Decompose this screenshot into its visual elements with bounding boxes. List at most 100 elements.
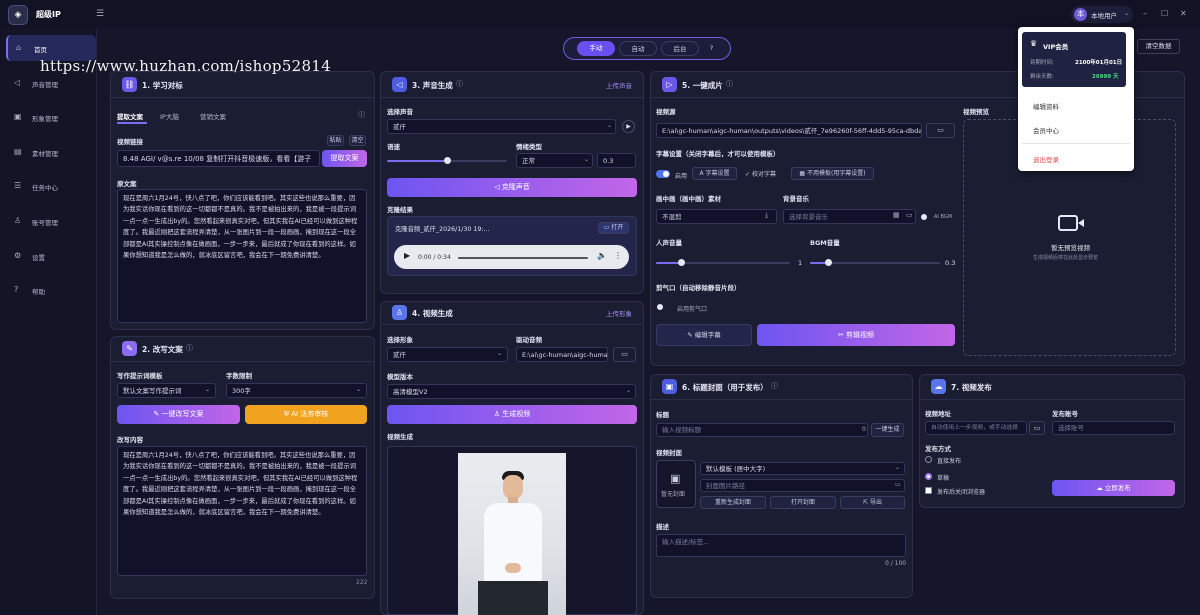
member-center-menu-item[interactable]: 会员中心 bbox=[1033, 125, 1059, 135]
rewrite-content-area[interactable]: 现在是周六1月24号，快八点了吧，你们应该能看到吧。其实这些也说那么重要，因为我… bbox=[117, 446, 367, 576]
emotion-intensity-input[interactable]: 0.3 bbox=[597, 153, 636, 168]
mode-auto-button[interactable]: 自动 bbox=[619, 41, 657, 56]
sidebar-item-tasks[interactable]: ☰ 任务中心 bbox=[6, 173, 96, 199]
description-input[interactable]: 输入描述/标签... bbox=[656, 534, 906, 557]
help-icon[interactable]: ⓘ bbox=[771, 381, 778, 391]
close-browser-checkbox[interactable] bbox=[925, 487, 932, 494]
video-address-input[interactable]: 自动使用上一步视频，或手动选择 bbox=[925, 421, 1027, 435]
sidebar-item-avatar[interactable]: ▣ 形象管理 bbox=[6, 104, 96, 130]
template-select[interactable]: 默认文案写作提示词 bbox=[117, 383, 216, 398]
volume-icon[interactable]: 🔈 bbox=[597, 251, 607, 260]
edit-profile-menu-item[interactable]: 编辑资料 bbox=[1033, 101, 1059, 111]
sidebar-item-help[interactable]: ? 帮助 bbox=[6, 277, 96, 303]
user-icon: ♙ bbox=[392, 305, 407, 320]
panel-one-click-title: 5. 一键成片 bbox=[682, 81, 723, 90]
edit-subtitle-button[interactable]: ✎ 编辑字幕 bbox=[656, 324, 752, 346]
draft-radio[interactable] bbox=[925, 473, 932, 480]
voice-select[interactable]: 贰仟 bbox=[387, 119, 616, 134]
bgm-volume-knob[interactable] bbox=[825, 259, 832, 266]
generate-video-button[interactable]: ♙ 生成视频 bbox=[387, 405, 637, 424]
tab-ip-brain[interactable]: IP大脑 bbox=[160, 111, 179, 121]
voice-volume-value: 1 bbox=[798, 259, 803, 267]
help-icon[interactable]: ⓘ bbox=[358, 110, 365, 120]
no-template-button[interactable]: ▦ 不用模板(用字幕设置) bbox=[791, 167, 874, 180]
logout-menu-item[interactable]: 退出登录 bbox=[1033, 154, 1059, 164]
cover-path-input[interactable]: 封面图片路径 bbox=[700, 479, 905, 492]
play-icon[interactable]: ▶ bbox=[622, 120, 635, 133]
video-title-input[interactable]: 输入视频标题 bbox=[656, 423, 868, 437]
regenerate-cover-button[interactable]: 重新生成封面 bbox=[700, 496, 766, 509]
upload-avatar-link[interactable]: 上传形象 bbox=[606, 308, 632, 318]
help-icon[interactable]: ⓘ bbox=[456, 79, 463, 89]
grid-icon[interactable]: ▦ bbox=[893, 211, 900, 219]
mode-manual-button[interactable]: 手动 bbox=[577, 41, 615, 56]
more-icon[interactable]: ⋮ bbox=[614, 251, 622, 260]
folder-icon[interactable]: ▭ bbox=[926, 123, 955, 138]
clone-voice-button[interactable]: ◁ 克隆声音 bbox=[387, 178, 637, 197]
speed-slider-knob[interactable] bbox=[444, 157, 451, 164]
tab-extract[interactable]: 提取文案 bbox=[117, 111, 143, 121]
clear-data-button[interactable]: 清空数据 bbox=[1137, 39, 1180, 54]
vip-title: VIP会员 bbox=[1043, 43, 1069, 51]
pip-select[interactable]: 不混剪 bbox=[656, 209, 777, 224]
speed-label: 语速 bbox=[387, 143, 400, 151]
check-icon: ✓ bbox=[745, 171, 752, 178]
publish-now-button[interactable]: ☁ 立即发布 bbox=[1052, 480, 1175, 496]
close-browser-label: 发布后关闭浏览器 bbox=[937, 489, 986, 496]
proofread-subtitle-button[interactable]: ✓ 校对字幕 bbox=[745, 169, 776, 178]
help-icon[interactable]: ⓘ bbox=[186, 343, 193, 353]
drive-audio-input[interactable]: E:\ai\gc-human\aigc-human bbox=[516, 347, 608, 362]
menu-icon[interactable]: ☰ bbox=[96, 9, 104, 19]
upload-voice-link[interactable]: 上传声音 bbox=[606, 80, 632, 90]
word-limit-select[interactable]: 300字 bbox=[226, 383, 367, 398]
subtitle-toggle[interactable] bbox=[656, 170, 670, 178]
paste-button[interactable]: 粘贴 bbox=[327, 135, 344, 146]
link-input[interactable]: 8.48 AGI/ v@s.re 10/08 复制打开抖音极速版，看看【游子 bbox=[117, 150, 320, 167]
sidebar-item-material[interactable]: ▤ 素材管理 bbox=[6, 139, 96, 165]
model-select[interactable]: 高清模型V2 bbox=[387, 384, 636, 399]
video-title-label: 标题 bbox=[656, 411, 669, 419]
audio-progress[interactable] bbox=[458, 257, 588, 259]
video-source-input[interactable]: E:\ai\gc-human\aigc-human\outputs\videos… bbox=[656, 123, 922, 138]
help-icon[interactable]: ? bbox=[704, 41, 719, 56]
folder-icon[interactable]: ▭ bbox=[1029, 421, 1045, 435]
folder-icon[interactable]: ▭ bbox=[613, 347, 636, 362]
play-icon[interactable]: ▶ bbox=[404, 251, 410, 260]
maximize-icon[interactable]: ☐ bbox=[1161, 9, 1168, 18]
mode-background-button[interactable]: 后台 bbox=[661, 41, 699, 56]
tab-marketing[interactable]: 营销文案 bbox=[200, 111, 226, 121]
sidebar-item-accounts[interactable]: ♙ 账号管理 bbox=[6, 208, 96, 234]
chevron-down-icon: ⌄ bbox=[205, 386, 211, 393]
avatar[interactable]: 本 bbox=[1074, 8, 1087, 21]
avatar-select[interactable]: 贰仟 bbox=[387, 347, 508, 362]
expire-value: 2100年01月01日 bbox=[1075, 60, 1123, 66]
sidebar-item-settings[interactable]: ⚙ 设置 bbox=[6, 243, 96, 269]
publish-account-select[interactable]: 选择账号 bbox=[1052, 421, 1175, 435]
cut-video-button[interactable]: ✂ 剪辑视频 bbox=[757, 324, 955, 346]
one-click-generate-button[interactable]: 一键生成 bbox=[871, 423, 904, 437]
rewrite-button[interactable]: ✎ 一键改写文案 bbox=[117, 405, 240, 424]
minimize-icon[interactable]: – bbox=[1143, 9, 1147, 18]
subtitle-settings-button[interactable]: A 字幕设置 bbox=[692, 167, 737, 180]
close-icon[interactable]: ✕ bbox=[1180, 9, 1187, 18]
username[interactable]: 本地用户 bbox=[1091, 10, 1117, 20]
folder-icon[interactable]: ▭ bbox=[895, 481, 901, 488]
chevron-down-icon[interactable]: ⌄ bbox=[1124, 10, 1129, 17]
open-cover-button[interactable]: 打开封面 bbox=[770, 496, 836, 509]
download-icon[interactable]: ⤓ bbox=[765, 211, 768, 220]
ai-bgm-radio[interactable] bbox=[921, 214, 927, 220]
open-audio-button[interactable]: ▭ 打开 bbox=[598, 222, 629, 234]
original-text-area[interactable]: 现在是周六1月24号，快八点了吧，你们应该能看到吧。其实这些也说那么重要，因为我… bbox=[117, 189, 367, 323]
breath-cut-radio[interactable] bbox=[657, 304, 663, 310]
help-icon[interactable]: ⓘ bbox=[726, 79, 733, 89]
emotion-select[interactable]: 正常 bbox=[516, 153, 593, 168]
folder-icon[interactable]: ▭ bbox=[906, 211, 913, 219]
generated-video-thumbnail[interactable] bbox=[458, 453, 566, 615]
voice-volume-knob[interactable] bbox=[678, 259, 685, 266]
extract-button[interactable]: 提取文案 bbox=[322, 150, 367, 167]
direct-publish-radio[interactable] bbox=[925, 456, 932, 463]
export-cover-button[interactable]: ⇱ 导出 bbox=[840, 496, 905, 509]
clear-button[interactable]: 清空 bbox=[349, 135, 366, 146]
ai-review-button[interactable]: ⛨ AI 法务审核 bbox=[245, 405, 367, 424]
cover-template-select[interactable]: 默认模板 (居中大字) bbox=[700, 462, 905, 475]
